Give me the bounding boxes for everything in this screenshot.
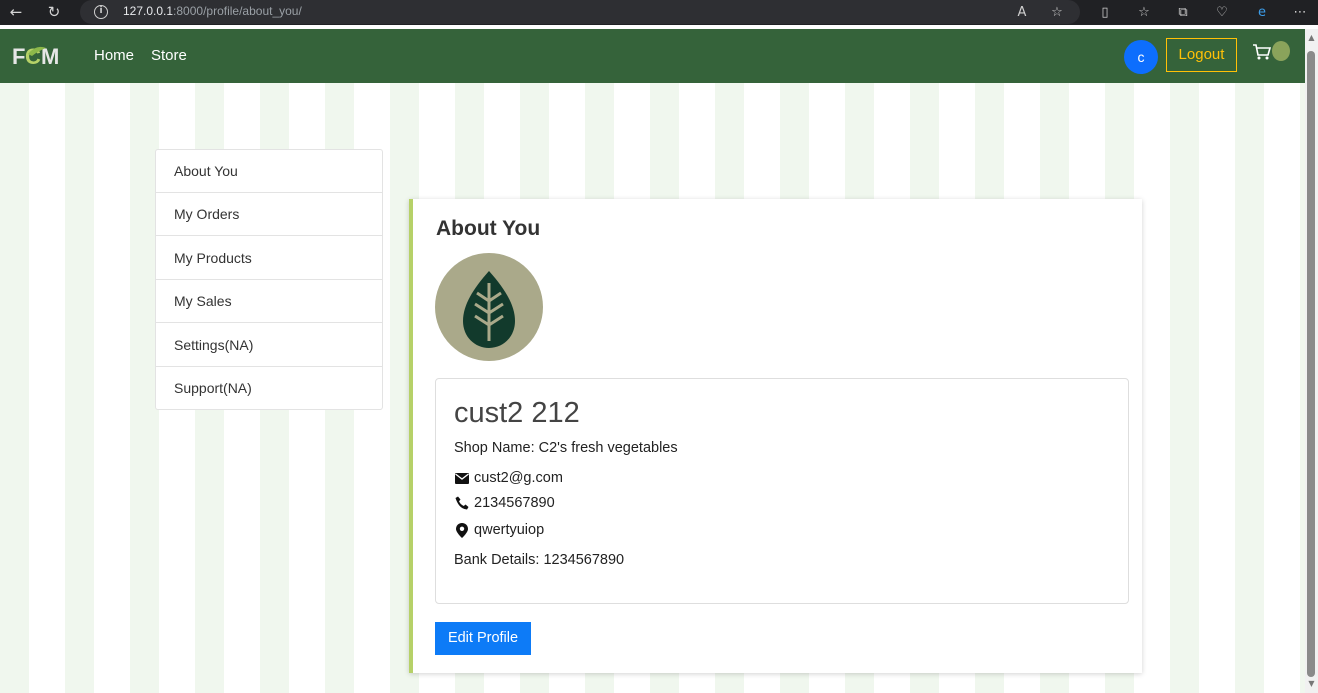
sidebar-item-my-products[interactable]: My Products	[156, 237, 382, 280]
url-text: 127.0.0.1:8000/profile/about_you/	[123, 4, 302, 18]
address-bar[interactable]: i 127.0.0.1:8000/profile/about_you/	[80, 0, 1080, 24]
phone-text: 2134567890	[474, 495, 555, 511]
profile-details: cust2 212 Shop Name: C2's fresh vegetabl…	[435, 378, 1129, 604]
sidebar-item-my-sales[interactable]: My Sales	[156, 280, 382, 323]
email-row: cust2@g.com	[454, 470, 563, 486]
back-icon[interactable]: ←	[6, 3, 26, 22]
nav-store-link[interactable]: Store	[151, 47, 187, 64]
split-screen-icon[interactable]: ▯	[1096, 4, 1114, 21]
reload-icon[interactable]: ↻	[44, 3, 64, 22]
user-name: cust2 212	[454, 397, 580, 429]
bank-details: Bank Details: 1234567890	[454, 552, 625, 568]
sidebar-item-settings[interactable]: Settings(NA)	[156, 324, 382, 367]
edge-icon[interactable]: e	[1253, 4, 1271, 21]
site-navbar: F C M Home Store c Logout	[0, 29, 1305, 83]
info-icon[interactable]: i	[94, 5, 108, 19]
browser-toolbar: ← ↻ i 127.0.0.1:8000/profile/about_you/ …	[0, 0, 1318, 25]
phone-icon	[455, 496, 469, 510]
scroll-down-arrow-icon[interactable]: ▼	[1307, 679, 1316, 688]
more-menu-icon[interactable]: ⋯	[1291, 4, 1309, 21]
read-aloud-icon[interactable]: A	[1013, 4, 1031, 21]
cart-icon	[1253, 44, 1272, 60]
edit-profile-button[interactable]: Edit Profile	[435, 622, 531, 655]
user-avatar[interactable]: c	[1124, 40, 1158, 74]
fcm-logo[interactable]: F C M	[12, 42, 64, 70]
favorite-star-icon[interactable]: ☆	[1048, 4, 1066, 21]
location-text: qwertyuiop	[474, 522, 545, 538]
scroll-up-arrow-icon[interactable]: ▲	[1307, 33, 1316, 42]
health-icon[interactable]: ♡	[1213, 4, 1231, 21]
sidebar-item-support[interactable]: Support(NA)	[156, 367, 382, 410]
sidebar-item-about-you[interactable]: About You	[156, 150, 382, 193]
cart-badge	[1272, 41, 1290, 61]
profile-avatar	[435, 253, 543, 361]
shop-name: Shop Name: C2's fresh vegetables	[454, 440, 678, 456]
collections-icon[interactable]: ⧉	[1174, 4, 1192, 21]
nav-home-link[interactable]: Home	[94, 47, 134, 64]
favorites-icon[interactable]: ☆	[1135, 4, 1153, 21]
map-marker-icon	[456, 522, 468, 538]
svg-text:F: F	[12, 44, 25, 69]
profile-card: About You cust2 212 Shop Name: C2's fres…	[409, 199, 1142, 673]
scroll-thumb[interactable]	[1307, 51, 1315, 677]
sidebar-item-my-orders[interactable]: My Orders	[156, 193, 382, 236]
phone-row: 2134567890	[454, 495, 555, 511]
location-row: qwertyuiop	[454, 522, 544, 538]
envelope-icon	[455, 472, 469, 484]
page-scrollbar[interactable]: ▲ ▼	[1305, 29, 1318, 693]
page-title: About You	[436, 217, 541, 240]
cart-button[interactable]	[1252, 40, 1292, 64]
profile-sidebar: About You My Orders My Products My Sales…	[155, 149, 383, 410]
leaf-icon	[463, 271, 515, 348]
email-text: cust2@g.com	[474, 470, 563, 486]
logout-button[interactable]: Logout	[1166, 38, 1237, 72]
